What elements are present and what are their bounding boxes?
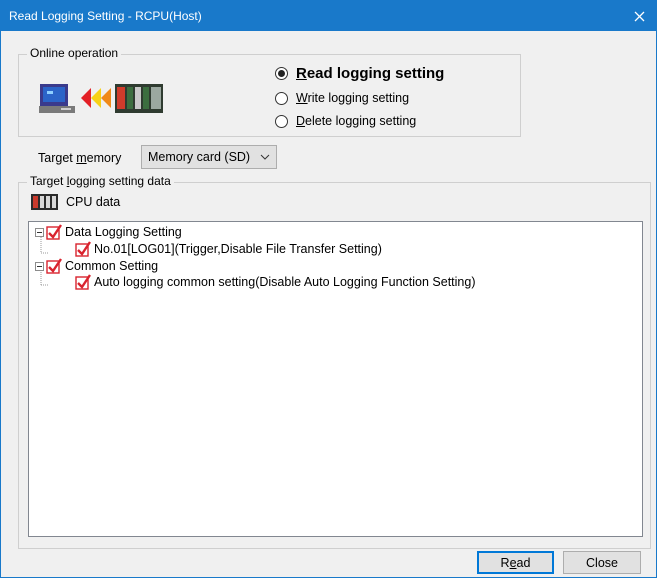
target-logging-data-legend: Target logging setting data [27,174,174,188]
tree-label: Auto logging common setting(Disable Auto… [94,275,476,289]
tree-node-data-logging-setting[interactable]: Data Logging Setting [35,224,182,240]
radio-dot [275,114,288,128]
target-memory-value: Memory card (SD) [148,150,251,164]
target-memory-select[interactable]: Memory card (SD) [141,145,277,169]
online-operation-illustration [39,81,165,115]
title-bar: Read Logging Setting - RCPU(Host) [1,1,656,31]
radio-delete-logging-setting[interactable]: Delete logging setting [275,114,416,128]
tree-node-auto-logging-common[interactable]: Auto logging common setting(Disable Auto… [75,274,475,290]
radio-write-logging-setting[interactable]: Write logging setting [275,91,409,105]
cpu-module-icon [31,194,58,210]
target-memory-label: Target memory [38,151,122,165]
close-window-button[interactable] [622,1,656,31]
logging-data-tree[interactable]: Data Logging Setting No.01[LOG01](Trigge… [28,221,643,537]
radio-dot-selected [275,67,288,80]
checked-icon[interactable] [46,224,62,240]
cpu-data-header: CPU data [31,194,120,210]
close-button[interactable]: Close [563,551,641,574]
window-title: Read Logging Setting - RCPU(Host) [9,9,202,23]
dialog-window: Read Logging Setting - RCPU(Host) Online… [0,0,657,578]
cpu-data-label: CPU data [66,195,121,209]
chevron-down-icon [260,154,270,160]
tree-label: Data Logging Setting [65,225,182,239]
checked-icon[interactable] [75,241,91,257]
checked-icon[interactable] [46,258,62,274]
checked-icon[interactable] [75,274,91,290]
online-operation-legend: Online operation [27,46,122,60]
read-button[interactable]: Read [477,551,554,574]
tree-node-common-setting[interactable]: Common Setting [35,258,158,274]
close-icon [634,11,644,21]
tree-label: No.01[LOG01](Trigger,Disable File Transf… [94,242,382,256]
collapse-toggle[interactable] [35,261,44,271]
radio-read-logging-setting[interactable]: Read logging setting [275,65,444,82]
tree-label: Common Setting [65,259,159,273]
radio-dot [275,91,288,105]
collapse-toggle[interactable] [35,227,44,237]
tree-node-log01[interactable]: No.01[LOG01](Trigger,Disable File Transf… [75,241,382,257]
